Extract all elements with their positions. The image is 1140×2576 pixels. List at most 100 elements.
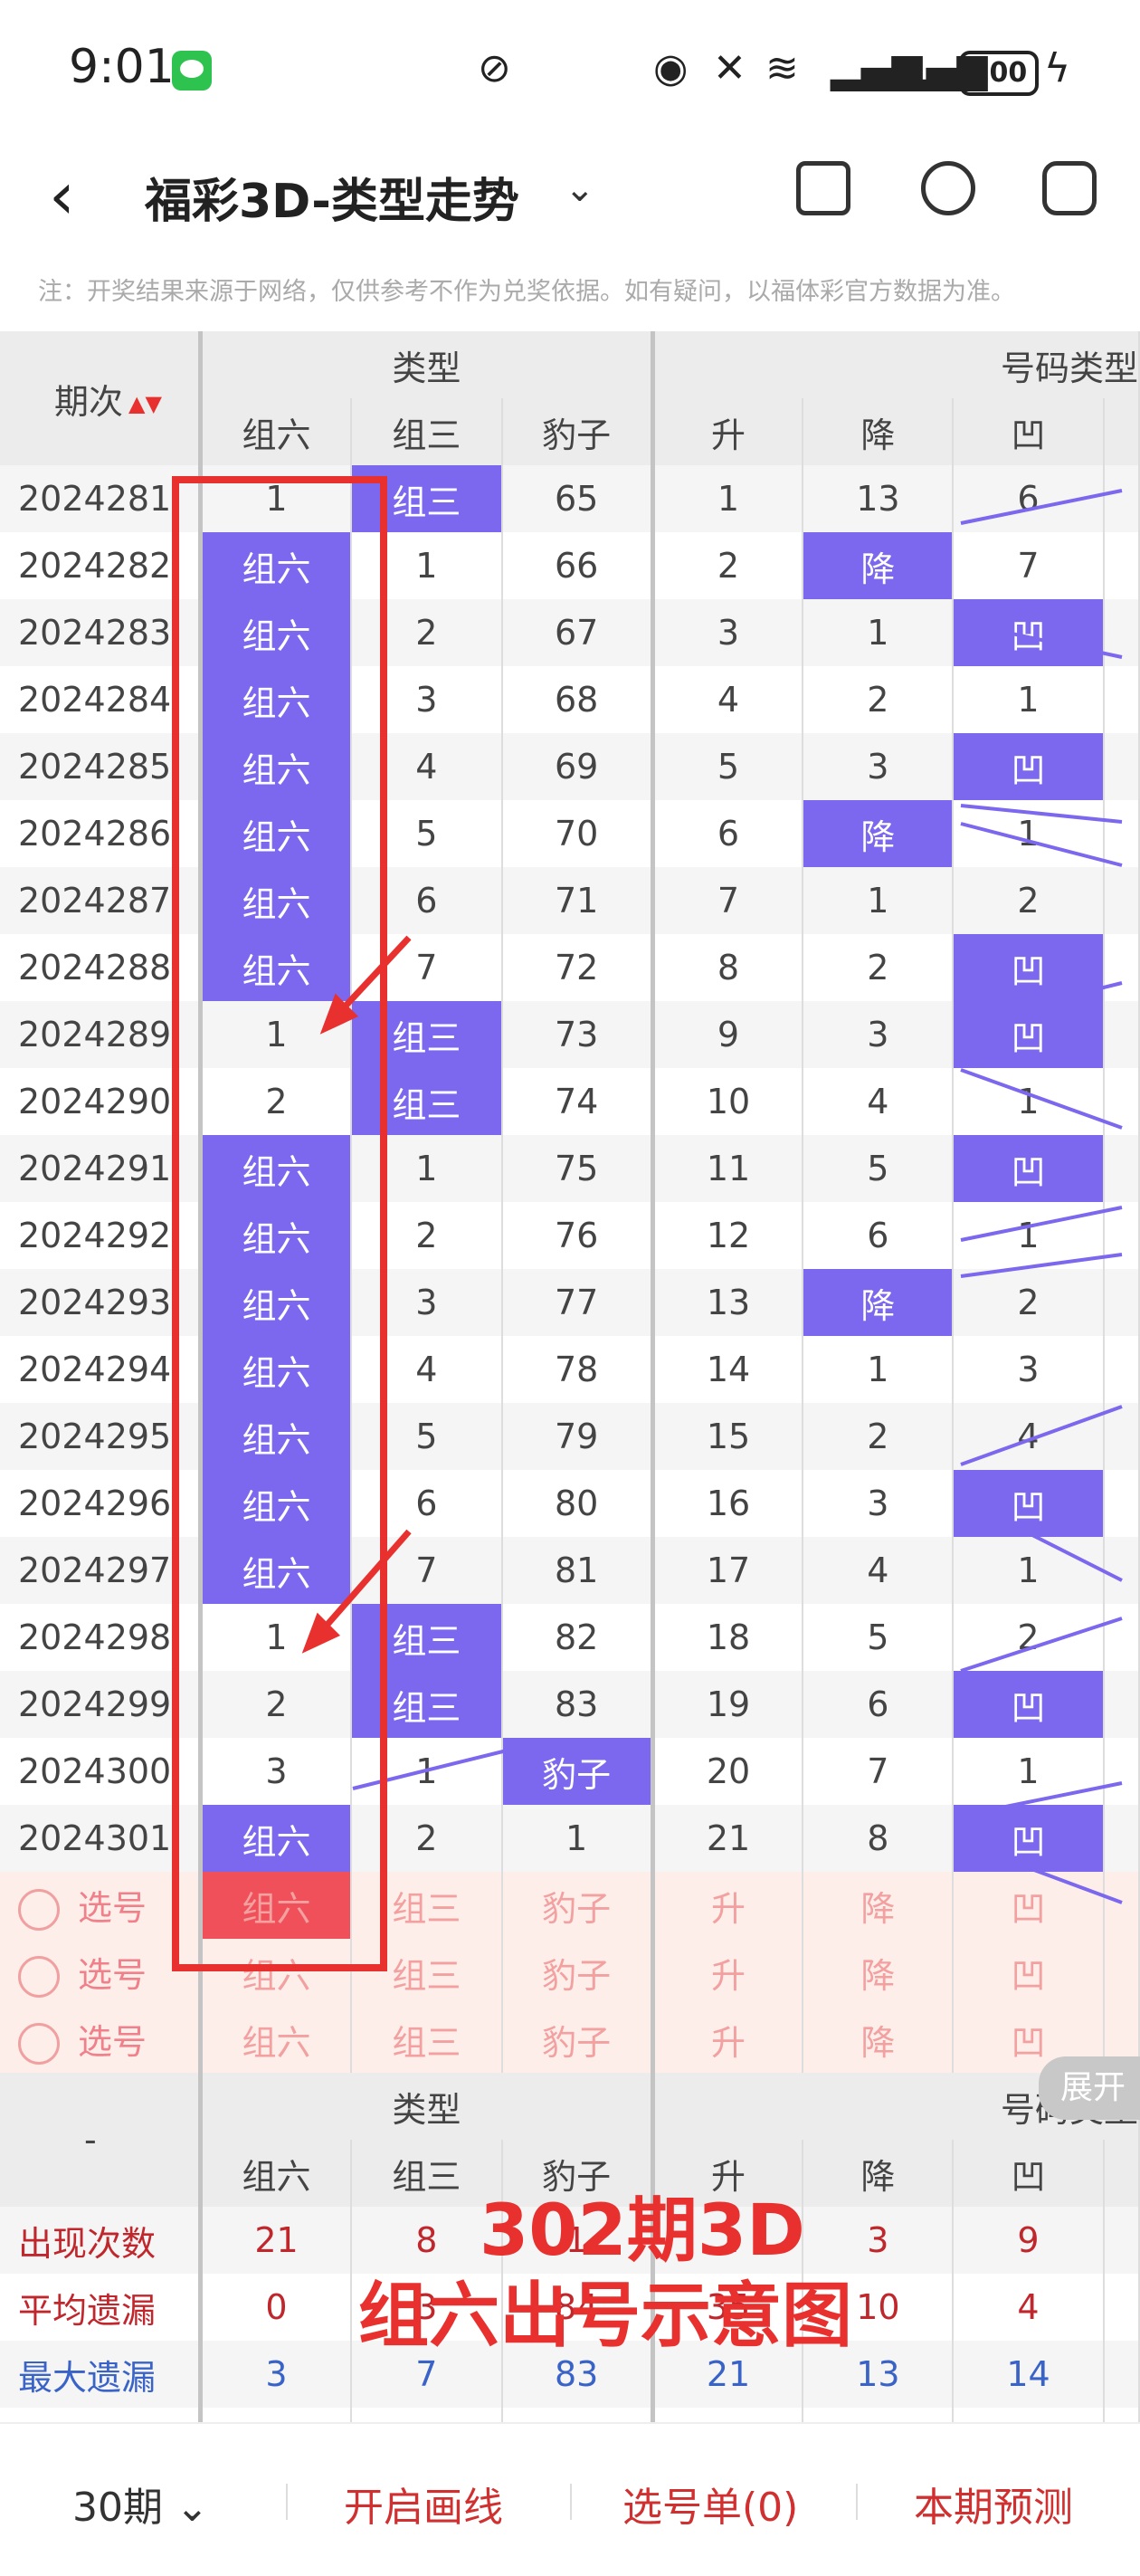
gutter-cell: [180, 331, 203, 465]
trend-cell: 76: [501, 1202, 655, 1269]
trend-cell: 11: [652, 1135, 804, 1202]
stats-value: 3: [200, 2341, 353, 2408]
trend-cell: 5: [803, 1604, 955, 1671]
trend-cell: 77: [501, 1269, 655, 1336]
stats-column-header: 组六: [200, 2140, 353, 2207]
trend-cell: 8: [803, 1805, 955, 1872]
radio-circle-icon[interactable]: [18, 1956, 60, 1999]
pick-option[interactable]: 降: [803, 1872, 955, 1939]
trend-cell: 83: [501, 1671, 655, 1738]
pick-label: 选号: [78, 2021, 147, 2062]
trend-cell-extra: [1103, 599, 1140, 666]
period-id: 2024291: [0, 1135, 181, 1202]
gutter-cell: [180, 2006, 203, 2073]
trend-cell: 10: [652, 1068, 804, 1135]
pick-option[interactable]: 降: [803, 2006, 955, 2073]
pick-option[interactable]: 豹子: [501, 1939, 655, 2006]
trend-cell: 2: [953, 1604, 1105, 1671]
trend-cell: 4: [953, 1403, 1105, 1470]
period-id: 2024284: [0, 666, 181, 733]
period-id: 2024296: [0, 1470, 181, 1537]
chevron-down-icon[interactable]: ⌄: [565, 168, 595, 210]
group-type-header: 类型: [200, 331, 655, 398]
share-icon[interactable]: [921, 161, 975, 215]
trend-cell: 豹子: [501, 1738, 655, 1805]
stats-label: 最大遗漏: [0, 2341, 181, 2408]
column-header: 组六: [200, 398, 353, 465]
trend-cell: 4: [803, 1068, 955, 1135]
table-row: 2024300 3 1 豹子 20 7 1: [0, 1738, 1140, 1805]
pick-option[interactable]: 组三: [351, 2006, 503, 2073]
gutter-cell: [180, 2408, 203, 2422]
predict-button[interactable]: 本期预测: [914, 2475, 1073, 2533]
trend-cell: 7: [652, 867, 804, 934]
pick-option[interactable]: 升: [652, 1872, 804, 1939]
radio-circle-icon[interactable]: [18, 1889, 60, 1932]
stats-value: 1: [803, 2408, 955, 2422]
pick-option[interactable]: 升: [652, 2006, 804, 2073]
pick-option-extra: [1103, 1872, 1140, 1939]
trend-cell: 73: [501, 1001, 655, 1068]
table-row: 2024290 2 组三 74 10 4 1: [0, 1068, 1140, 1135]
table-row: 2024284 组六 3 68 4 2 1: [0, 666, 1140, 733]
period-id: 2024288: [0, 934, 181, 1001]
draw-lines-button[interactable]: 开启画线: [344, 2475, 503, 2533]
trend-cell: 80: [501, 1470, 655, 1537]
trend-cell: 21: [652, 1805, 804, 1872]
trend-cell: 1: [953, 800, 1105, 867]
period-id: 2024298: [0, 1604, 181, 1671]
period-id: 2024287: [0, 867, 181, 934]
pick-list-button[interactable]: 选号单(0): [622, 2475, 798, 2533]
back-arrow-icon[interactable]: ‹: [49, 157, 75, 234]
pick-option[interactable]: 凹: [953, 1872, 1105, 1939]
trend-cell: 2: [652, 532, 804, 599]
pick-label-cell[interactable]: 选号: [0, 1939, 181, 2006]
sort-arrows-icon[interactable]: ▲▼: [128, 391, 162, 416]
period-id: 2024281: [0, 465, 181, 532]
pick-option[interactable]: 组六: [200, 2006, 353, 2073]
trend-cell: 19: [652, 1671, 804, 1738]
gutter-cell: [180, 2341, 203, 2408]
trend-cell-extra: [1103, 532, 1140, 599]
radio-circle-icon[interactable]: [18, 2023, 60, 2066]
trend-cell: 1: [953, 1537, 1105, 1604]
divider: [570, 2484, 572, 2520]
page-title[interactable]: 福彩3D-类型走势: [145, 163, 519, 231]
table-row: 2024298 1 组三 82 18 5 2: [0, 1604, 1140, 1671]
pick-option[interactable]: 降: [803, 1939, 955, 2006]
trend-cell-extra: [1103, 800, 1140, 867]
pick-option[interactable]: 豹子: [501, 2006, 655, 2073]
trend-cell-extra: [1103, 1805, 1140, 1872]
gutter-cell: [180, 2274, 203, 2341]
period-header: 期次 ▲▼: [0, 331, 181, 465]
divider: [286, 2484, 288, 2520]
divider: [856, 2484, 858, 2520]
stats-column-header: 凹: [953, 2140, 1105, 2207]
table-row: 2024296 组六 6 80 16 3 凹: [0, 1470, 1140, 1537]
mute-icon: ✕: [713, 45, 746, 91]
trend-cell: 1: [953, 1202, 1105, 1269]
pick-label-cell[interactable]: 选号: [0, 1872, 181, 1939]
layout-icon[interactable]: [796, 161, 850, 215]
trend-cell: 3: [652, 599, 804, 666]
expand-button[interactable]: 展开: [1039, 2056, 1140, 2120]
trend-cell-extra: [1103, 1604, 1140, 1671]
stats-group-type-header: 类型: [200, 2073, 655, 2140]
table-row: 2024283 组六 2 67 3 1 凹: [0, 599, 1140, 666]
stats-row: 最大连出721112: [0, 2408, 1140, 2422]
pick-option[interactable]: 豹子: [501, 1872, 655, 1939]
pick-option[interactable]: 升: [652, 1939, 804, 2006]
period-id: 2024299: [0, 1671, 181, 1738]
settings-icon[interactable]: [1042, 161, 1097, 215]
period-selector[interactable]: 30期 ⌄: [72, 2475, 209, 2533]
trend-cell: 7: [803, 1738, 955, 1805]
trend-cell: 16: [652, 1470, 804, 1537]
stats-column-header: 降: [803, 2140, 955, 2207]
pick-option[interactable]: 凹: [953, 1939, 1105, 2006]
period-id: 2024297: [0, 1537, 181, 1604]
pick-label-cell[interactable]: 选号: [0, 2006, 181, 2073]
period-id: 2024283: [0, 599, 181, 666]
trend-cell-extra: [1103, 1269, 1140, 1336]
stats-label: 出现次数: [0, 2207, 181, 2274]
trend-grid[interactable]: 期次 ▲▼ 类型 号码类型 组六 组三 豹子升降凹 2024281 1 组三 65 1 13 6 20242…: [0, 331, 1140, 2422]
